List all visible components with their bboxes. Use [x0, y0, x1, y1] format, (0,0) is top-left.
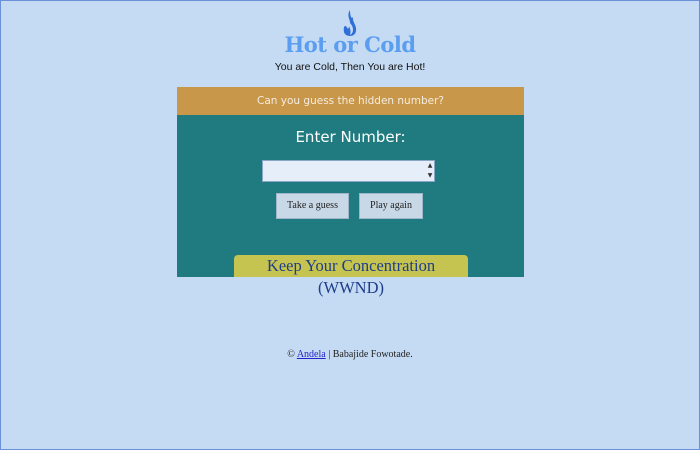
game-prompt: Can you guess the hidden number?: [177, 87, 524, 115]
footer-author: Babajide Fowotade.: [332, 349, 413, 360]
spin-up-icon[interactable]: ▲: [426, 161, 434, 171]
enter-number-label: Enter Number:: [295, 128, 406, 146]
game-panel: Can you guess the hidden number? Enter N…: [177, 87, 524, 297]
page-subtitle: You are Cold, Then You are Hot!: [274, 61, 426, 73]
copyright-symbol: ©: [287, 349, 295, 360]
feedback-message: Keep Your Concentration (WWND): [234, 255, 468, 297]
spin-down-icon[interactable]: ▼: [426, 171, 434, 181]
page-title: Hot or Cold: [284, 32, 416, 57]
andela-link[interactable]: Andela: [297, 349, 326, 360]
number-input[interactable]: [262, 160, 435, 182]
number-spinner[interactable]: ▲ ▼: [426, 161, 434, 181]
play-again-button[interactable]: Play again: [359, 193, 423, 219]
take-guess-button[interactable]: Take a guess: [276, 193, 349, 219]
footer: © Andela | Babajide Fowotade.: [0, 349, 700, 360]
footer-separator: |: [328, 349, 331, 360]
